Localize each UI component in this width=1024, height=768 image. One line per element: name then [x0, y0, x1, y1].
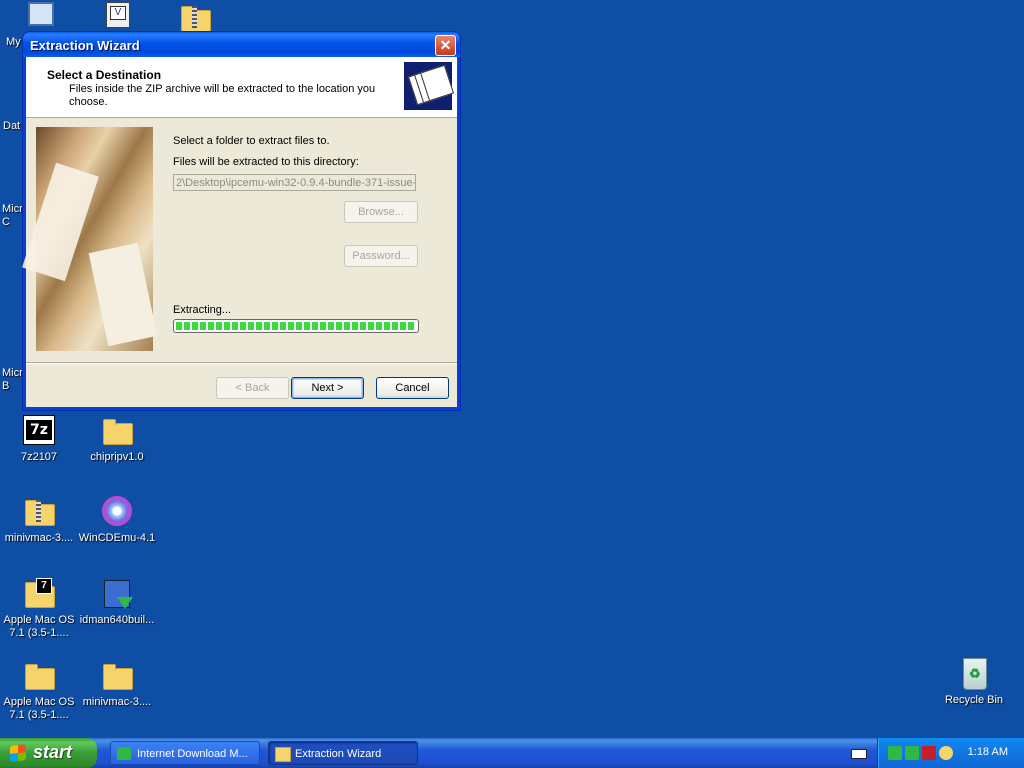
start-button[interactable]: start — [0, 738, 97, 768]
desktop-icon-apple-mac-os-7z[interactable]: 7 Apple Mac OS 7.1 (3.5-1.... — [0, 578, 78, 640]
cancel-button[interactable]: Cancel — [376, 377, 449, 399]
taskbar-item-extraction-wizard[interactable]: Extraction Wizard — [268, 741, 418, 765]
folder-icon — [25, 664, 55, 690]
cd-icon — [102, 496, 132, 526]
back-button[interactable]: < Back — [216, 377, 289, 399]
close-button[interactable]: ✕ — [435, 35, 456, 56]
wizard-header: Select a Destination Files inside the ZI… — [26, 57, 457, 118]
taskbar: start Internet Download M... Extraction … — [0, 738, 1024, 768]
windows-logo-icon — [10, 744, 26, 762]
clock: 1:18 AM — [967, 746, 1008, 758]
wizard-client-area: Select a Destination Files inside the ZI… — [22, 57, 457, 407]
window-title: Extraction Wizard — [30, 38, 140, 53]
network-icon[interactable] — [888, 746, 902, 760]
desktop-icon-label: 7z2107 — [20, 451, 58, 463]
select-folder-label: Select a folder to extract files to. — [173, 135, 330, 147]
desktop-icon-partial-micro-b[interactable]: Micro B — [0, 367, 24, 393]
wizard-step-description: Files inside the ZIP archive will be ext… — [69, 83, 376, 108]
desktop-icon-label: idman640buil... — [79, 614, 155, 626]
folder-icon — [103, 664, 133, 690]
desktop-icon-minivmac-zip[interactable]: minivmac-3.... — [0, 496, 78, 545]
desktop-icon-label: chipripv1.0 — [90, 451, 144, 463]
taskbar-item-label: Extraction Wizard — [295, 748, 382, 760]
title-bar[interactable]: Extraction Wizard ✕ — [23, 32, 460, 57]
idm-icon — [117, 747, 131, 760]
network-icon[interactable] — [905, 746, 919, 760]
start-label: start — [33, 742, 73, 762]
extracting-status-label: Extracting... — [173, 304, 232, 316]
desktop-icon-label: Micro C — [2, 203, 24, 228]
folder-icon — [275, 747, 291, 762]
wizard-side-image — [22, 127, 158, 351]
desktop-icon-label: minivmac-3.... — [4, 532, 74, 544]
desktop-icon-label: Apple Mac OS 7.1 (3.5-1.... — [3, 696, 75, 721]
desktop-icon-label: Apple Mac OS 7.1 (3.5-1.... — [3, 614, 75, 639]
extraction-progress-bar — [173, 319, 419, 333]
desktop-icon-partial-dat[interactable]: Dat — [0, 120, 24, 133]
system-tray: 1:18 AM — [877, 738, 1024, 768]
folder-icon — [103, 419, 133, 445]
desktop-icon-7z2107[interactable]: 7z 7z2107 — [0, 415, 78, 464]
next-button[interactable]: Next > — [291, 377, 364, 399]
desktop-icon-chipripv1[interactable]: chipripv1.0 — [78, 415, 156, 464]
browse-button[interactable]: Browse... — [344, 201, 418, 223]
extract-files-icon — [404, 62, 454, 110]
password-button[interactable]: Password... — [344, 245, 418, 267]
desktop-icon-wincdemu[interactable]: WinCDEmu-4.1 — [78, 496, 156, 545]
desktop-icon-label: minivmac-3.... — [82, 696, 152, 708]
desktop-icon-label: Micro B — [2, 367, 24, 392]
destination-path-field[interactable] — [173, 174, 416, 191]
desktop-icon-label: Recycle Bin — [944, 694, 1004, 706]
desktop-icon-idman[interactable]: idman640buil... — [78, 578, 156, 627]
security-icon[interactable] — [922, 746, 936, 760]
app-icon: V — [106, 2, 130, 28]
extraction-wizard-window: Extraction Wizard ✕ Select a Destination… — [22, 32, 460, 410]
desktop-icon-label: WinCDEmu-4.1 — [78, 532, 156, 544]
7zip-icon: 7z — [23, 415, 55, 445]
taskbar-item-internet-download-manager[interactable]: Internet Download M... — [110, 741, 260, 765]
directory-label: Files will be extracted to this director… — [173, 156, 359, 168]
desktop-icon-label: Dat — [3, 120, 21, 132]
keyboard-icon[interactable] — [851, 749, 867, 759]
desktop-icon-apple-mac-os-folder[interactable]: Apple Mac OS 7.1 (3.5-1.... — [0, 660, 78, 722]
desktop-icon-recycle-bin[interactable]: ♻ Recycle Bin — [935, 658, 1013, 707]
desktop-icon-partial-micro-c[interactable]: Micro C — [0, 203, 24, 229]
installer-icon — [104, 580, 133, 609]
computer-icon — [28, 2, 54, 26]
progress-fill — [176, 322, 416, 330]
recycle-bin-icon: ♻ — [963, 658, 987, 690]
desktop-icon-minivmac-folder[interactable]: minivmac-3.... — [78, 660, 156, 709]
footer-separator — [26, 362, 457, 364]
volume-icon[interactable] — [939, 746, 953, 760]
taskbar-item-label: Internet Download M... — [137, 748, 248, 760]
wizard-step-title: Select a Destination — [47, 68, 162, 82]
